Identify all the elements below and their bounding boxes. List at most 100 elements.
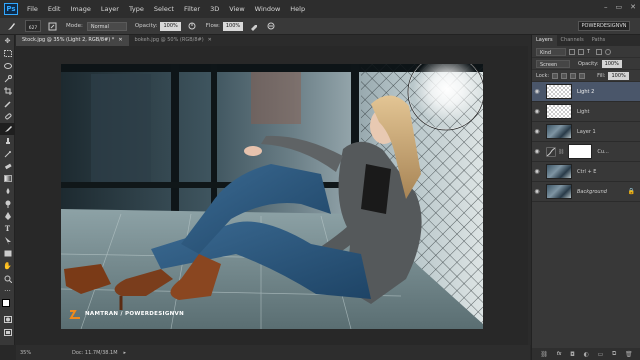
brush-panel-icon[interactable] — [46, 20, 58, 32]
lock-position-icon[interactable] — [570, 72, 577, 79]
visibility-eye-icon[interactable]: ◉ — [532, 108, 542, 115]
close-tab-icon[interactable]: ✕ — [118, 37, 122, 43]
close-button[interactable]: ✕ — [630, 3, 636, 11]
lock-icon[interactable]: 🔒 — [628, 188, 635, 195]
move-tool-icon[interactable]: ✥ — [0, 35, 15, 48]
brush-tool-icon[interactable] — [0, 122, 15, 135]
healing-tool-icon[interactable] — [0, 110, 15, 123]
link-icon[interactable]: ⛓ — [540, 351, 548, 358]
blend-mode-select[interactable]: Screen — [536, 59, 570, 68]
tab-channels[interactable]: Channels — [557, 35, 588, 46]
layer-row[interactable]: ◉ Light — [532, 102, 640, 122]
menu-image[interactable]: Image — [65, 5, 95, 13]
fill-input[interactable]: 100% — [608, 71, 629, 80]
menu-file[interactable]: File — [22, 5, 43, 13]
gradient-tool-icon[interactable] — [0, 173, 15, 186]
tab-bokeh[interactable]: bokeh.jpg @ 50% (RGB/8#) ✕ — [129, 35, 218, 46]
pressure-size-icon[interactable] — [265, 20, 277, 32]
close-tab-icon[interactable]: ✕ — [208, 37, 212, 43]
zoom-tool-icon[interactable] — [0, 273, 15, 286]
filter-adjustment-icon[interactable] — [578, 48, 584, 55]
eraser-tool-icon[interactable] — [0, 160, 15, 173]
watermark-logo — [69, 310, 80, 319]
lock-label: Lock: — [536, 72, 550, 79]
mask-icon[interactable]: ◘ — [570, 351, 575, 358]
trash-icon[interactable]: 🗑 — [625, 351, 633, 358]
more-tools-icon[interactable]: ··· — [0, 285, 15, 298]
color-swatches[interactable] — [0, 298, 15, 314]
menu-3d[interactable]: 3D — [205, 5, 224, 13]
menu-type[interactable]: Type — [124, 5, 149, 13]
lock-pixels-icon[interactable] — [561, 72, 568, 79]
document-canvas[interactable]: NAMTRAN / POWERDESIGNVN — [61, 64, 483, 329]
canvas-area[interactable]: NAMTRAN / POWERDESIGNVN — [16, 46, 530, 345]
visibility-eye-icon[interactable]: ◉ — [532, 168, 542, 175]
pressure-opacity-icon[interactable] — [186, 20, 198, 32]
layer-row[interactable]: ◉ ⛓ Cu... — [532, 142, 640, 162]
menu-edit[interactable]: Edit — [43, 5, 66, 13]
filter-type-icon[interactable]: T — [587, 49, 593, 55]
visibility-eye-icon[interactable]: ◉ — [532, 128, 542, 135]
layer-row[interactable]: ◉ Layer 1 — [532, 122, 640, 142]
menu-view[interactable]: View — [224, 5, 249, 13]
eyedropper-tool-icon[interactable] — [0, 98, 15, 111]
watermark-text: NAMTRAN / POWERDESIGNVN — [85, 311, 184, 317]
blur-tool-icon[interactable] — [0, 185, 15, 198]
layer-mask-thumbnail[interactable] — [568, 144, 593, 159]
quick-mask-icon[interactable] — [0, 314, 15, 327]
opacity-input[interactable]: 100% — [160, 21, 181, 31]
mode-select[interactable]: Normal — [86, 21, 127, 31]
new-layer-icon[interactable]: ⧉ — [612, 350, 616, 358]
menu-window[interactable]: Window — [250, 5, 286, 13]
hand-tool-icon[interactable]: ✋ — [0, 260, 15, 273]
menu-layer[interactable]: Layer — [96, 5, 124, 13]
adjustment-icon[interactable]: ◐ — [584, 351, 589, 358]
foreground-color[interactable] — [2, 298, 10, 307]
layer-opacity-input[interactable]: 100% — [601, 59, 622, 68]
tab-layers[interactable]: Layers — [532, 35, 557, 46]
layer-row[interactable]: ◉ Light 2 — [532, 82, 640, 102]
quick-select-tool-icon[interactable] — [0, 73, 15, 86]
maximize-button[interactable]: ▭ — [616, 3, 623, 11]
workspace-switcher[interactable]: POWERDESIGNVN — [578, 21, 630, 31]
shape-tool-icon[interactable] — [0, 248, 15, 261]
link-icon[interactable]: ⛓ — [558, 149, 564, 155]
lock-transparent-icon[interactable] — [552, 72, 559, 79]
lasso-tool-icon[interactable] — [0, 60, 15, 73]
brush-tool-icon[interactable] — [5, 20, 17, 32]
path-select-tool-icon[interactable] — [0, 235, 15, 248]
fx-icon[interactable]: fx — [557, 351, 562, 357]
lock-all-icon[interactable] — [579, 72, 586, 79]
folder-icon[interactable]: ▭ — [598, 351, 604, 358]
clone-stamp-tool-icon[interactable] — [0, 135, 15, 148]
filter-shape-icon[interactable] — [596, 48, 602, 55]
menu-help[interactable]: Help — [285, 5, 310, 13]
menu-select[interactable]: Select — [149, 5, 179, 13]
history-brush-tool-icon[interactable] — [0, 148, 15, 161]
visibility-eye-icon[interactable]: ◉ — [532, 88, 542, 95]
pen-tool-icon[interactable] — [0, 210, 15, 223]
airbrush-icon[interactable] — [248, 20, 260, 32]
tab-paths[interactable]: Paths — [588, 35, 610, 46]
layer-row[interactable]: ◉ Background 🔒 — [532, 182, 640, 202]
filter-pixel-icon[interactable] — [569, 48, 575, 55]
status-menu-icon[interactable]: ▸ — [124, 350, 127, 356]
flow-input[interactable]: 100% — [222, 21, 244, 31]
crop-tool-icon[interactable] — [0, 85, 15, 98]
screen-mode-icon[interactable] — [0, 326, 15, 339]
dodge-tool-icon[interactable] — [0, 198, 15, 211]
minimize-button[interactable]: – — [604, 3, 608, 11]
brush-size-picker[interactable]: 627 — [25, 20, 41, 32]
doc-size: Doc: 11.7M/38.1M — [72, 349, 118, 356]
zoom-level[interactable]: 35% — [20, 350, 42, 356]
menu-filter[interactable]: Filter — [179, 5, 205, 13]
filter-toggle-icon[interactable] — [605, 48, 611, 55]
window-controls: – ▭ ✕ — [604, 3, 636, 11]
marquee-tool-icon[interactable] — [0, 48, 15, 61]
tab-stock[interactable]: Stock.jpg @ 35% (Light 2, RGB/8#) * ✕ — [16, 35, 129, 46]
type-tool-icon[interactable]: T — [0, 223, 15, 236]
filter-kind-select[interactable]: Kind — [536, 47, 566, 56]
visibility-eye-icon[interactable]: ◉ — [532, 148, 542, 155]
layer-row[interactable]: ◉ Ctrl + E — [532, 162, 640, 182]
visibility-eye-icon[interactable]: ◉ — [532, 188, 542, 195]
